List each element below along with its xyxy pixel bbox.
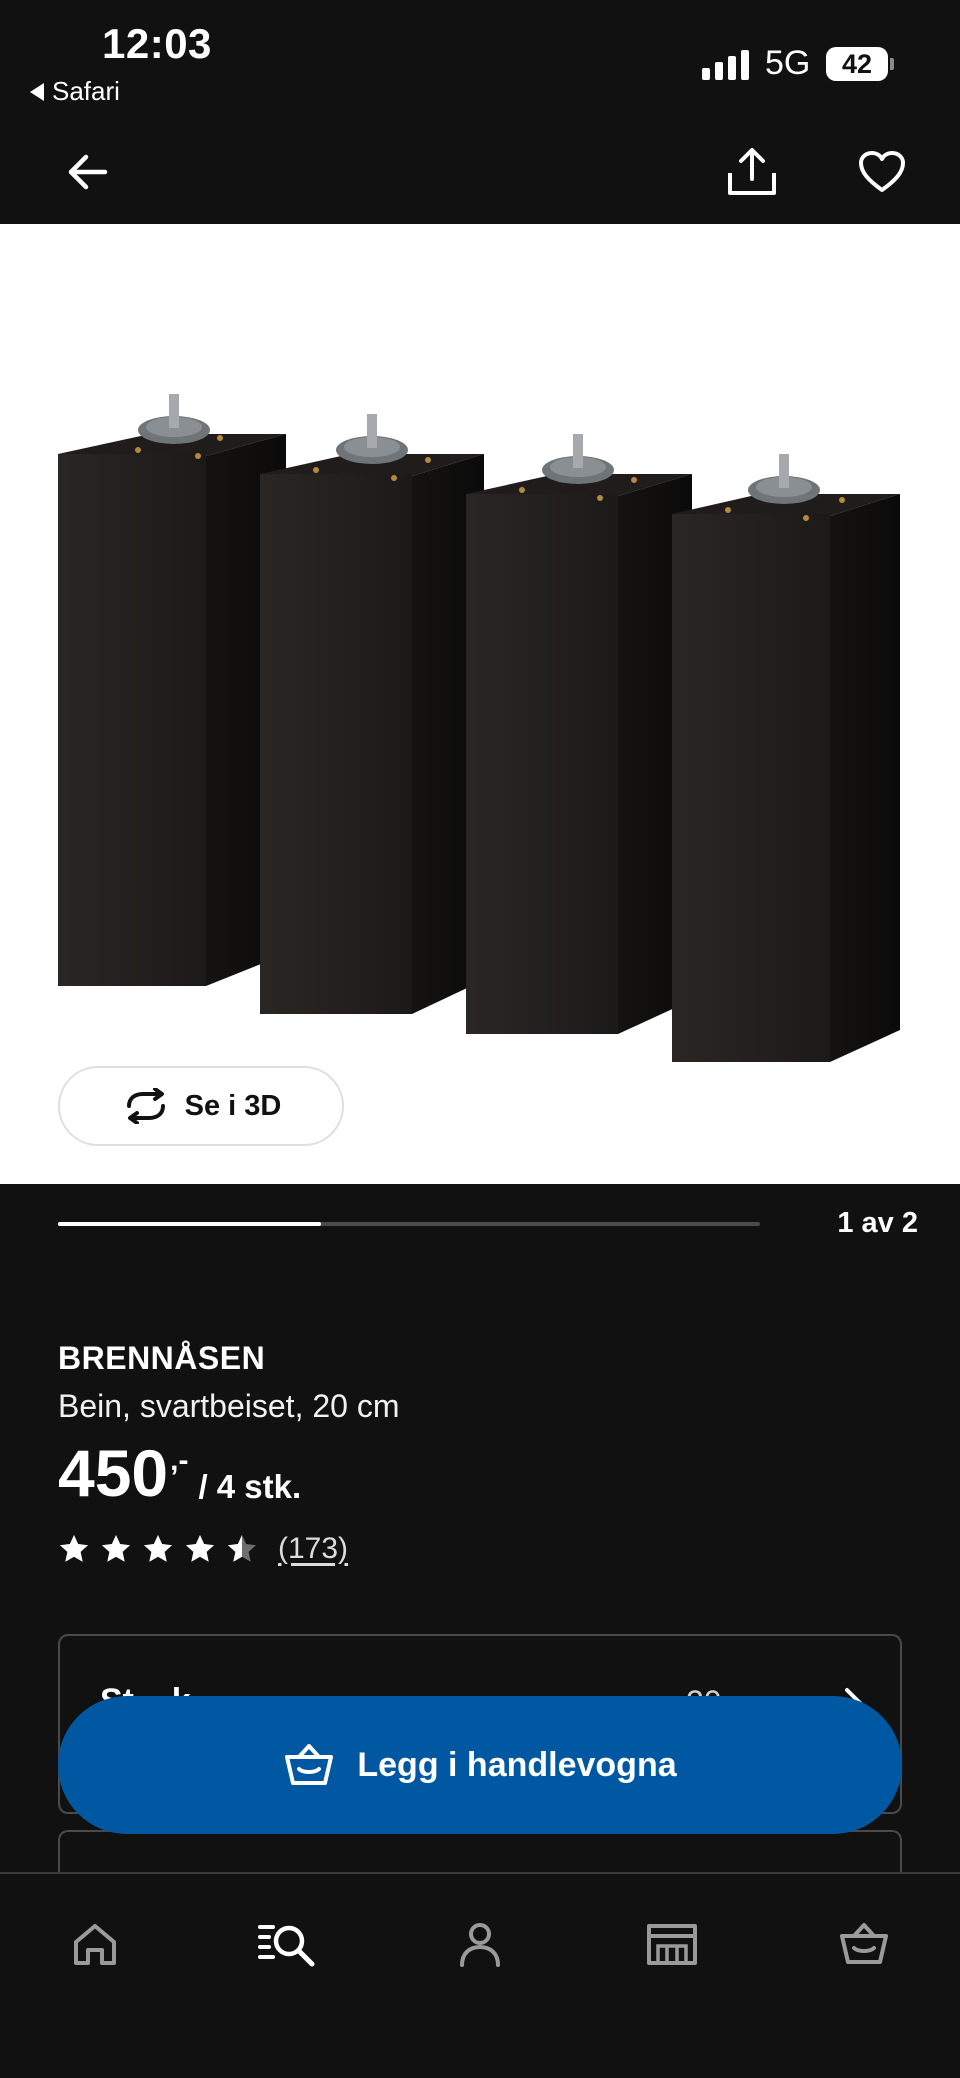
- gallery-progress-track: [58, 1222, 760, 1226]
- star-icon: [102, 1535, 130, 1562]
- tab-home[interactable]: [59, 1908, 131, 1980]
- rating[interactable]: (173): [58, 1532, 348, 1566]
- review-count-link[interactable]: (173): [278, 1532, 348, 1566]
- leg-4: [672, 454, 900, 1062]
- search-icon: [258, 1925, 315, 1967]
- leg-2: [260, 414, 484, 1014]
- basket-icon: [285, 1744, 334, 1785]
- gallery-progress: 1 av 2: [58, 1205, 918, 1245]
- status-time: 12:03: [102, 20, 212, 67]
- status-bar: 12:03 Safari 5G 42: [0, 0, 960, 120]
- back-triangle-icon: [30, 82, 44, 101]
- top-nav: [0, 120, 960, 224]
- view-in-3d-label: Se i 3D: [184, 1089, 282, 1122]
- star-icon: [186, 1535, 214, 1562]
- view-in-3d-button[interactable]: Se i 3D: [58, 1066, 344, 1146]
- bottom-tab-bar: [0, 1872, 960, 2078]
- gallery-progress-fill: [58, 1222, 322, 1226]
- star-icon: [60, 1535, 88, 1562]
- cart-icon: [840, 1923, 888, 1964]
- product-image: [58, 394, 900, 1062]
- network-type: 5G: [765, 44, 811, 82]
- back-to-safari[interactable]: Safari: [30, 76, 120, 107]
- signal-icon: [702, 50, 749, 80]
- share-button[interactable]: [722, 142, 782, 202]
- price-unit: / 4 stk.: [198, 1468, 302, 1505]
- profile-icon: [460, 1923, 500, 1967]
- tab-profile[interactable]: [444, 1908, 516, 1980]
- heart-icon: [859, 151, 905, 192]
- back-button[interactable]: [58, 142, 118, 202]
- price-suffix: ,-: [170, 1444, 189, 1477]
- page-indicator: 1 av 2: [837, 1207, 918, 1239]
- tab-search[interactable]: [251, 1908, 323, 1980]
- rating-stars: [58, 1533, 258, 1565]
- store-icon: [647, 1924, 697, 1965]
- add-to-cart-label: Legg i handlevogna: [357, 1745, 677, 1784]
- favorite-button[interactable]: [852, 142, 912, 202]
- battery-level: 42: [841, 48, 873, 79]
- home-icon: [74, 1924, 116, 1965]
- star-icon: [228, 1535, 256, 1562]
- rotate-3d-icon: [126, 1088, 165, 1124]
- battery-icon: 42: [826, 47, 894, 81]
- leg-3: [466, 434, 692, 1034]
- price-value: 450: [58, 1436, 169, 1510]
- tab-stores[interactable]: [636, 1908, 708, 1980]
- leg-1: [58, 394, 286, 986]
- product-description: Bein, svartbeiset, 20 cm: [58, 1388, 400, 1424]
- arrow-left-icon: [68, 154, 108, 190]
- price: 450 ,- / 4 stk.: [58, 1440, 301, 1506]
- tab-cart[interactable]: [828, 1908, 900, 1980]
- product-image-gallery[interactable]: Se i 3D: [0, 224, 960, 1184]
- product-name: BRENNÅSEN: [58, 1340, 266, 1376]
- back-app-label: Safari: [52, 76, 120, 106]
- share-icon: [728, 148, 776, 195]
- star-icon: [144, 1535, 172, 1562]
- add-to-cart-button[interactable]: Legg i handlevogna: [58, 1696, 902, 1834]
